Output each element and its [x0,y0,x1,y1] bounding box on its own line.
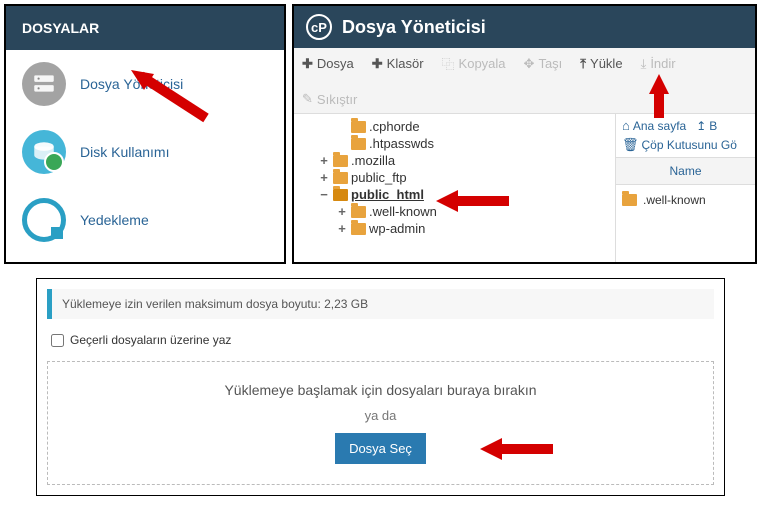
max-size-info: Yüklemeye izin verilen maksimum dosya bo… [47,289,714,319]
sidebar-item-backup[interactable]: Yedekleme [6,186,284,254]
tree-row[interactable]: +wp-admin [300,220,609,237]
dropzone[interactable]: Yüklemeye başlamak için dosyaları buraya… [47,361,714,485]
backup-icon [22,198,66,242]
tree-row[interactable]: +.mozilla [300,152,609,169]
toolbar-folder-button[interactable]: ✚Klasör [372,56,424,72]
folder-icon [351,121,366,133]
folder-icon [333,172,348,184]
upload-icon: ⤒ [580,56,586,72]
folder-icon [622,194,637,206]
tree-row-selected[interactable]: −public_html [300,186,609,203]
trash-link[interactable]: 🗑Çöp Kutusunu Gö [622,137,749,153]
dropzone-text: Yüklemeye başlamak için dosyaları buraya… [68,382,693,398]
toolbar-compress-button[interactable]: ✎ Sıkıştır [302,91,747,107]
sidebar-item-disk-usage[interactable]: Disk Kullanımı [6,118,284,186]
file-manager-icon [22,62,66,106]
tree-row[interactable]: .htpasswds [300,135,609,152]
upload-panel: Yüklemeye izin verilen maksimum dosya bo… [36,278,725,496]
file-list-row[interactable]: .well-known [616,185,755,215]
move-icon: ✥ [524,56,535,72]
b-link[interactable]: ↥B [696,118,717,133]
file-list-pane: ⌂Ana sayfa ↥B 🗑Çöp Kutusunu Gö Name .wel… [615,114,755,262]
compress-icon: ✎ [302,91,313,107]
copy-icon: ⿻ [442,54,455,73]
dropzone-or: ya da [68,408,693,423]
toolbar-download-button[interactable]: ⤓İndir [641,56,676,72]
select-file-button[interactable]: Dosya Seç [335,433,426,464]
cpanel-logo-icon: cP [306,14,332,40]
arrow-annotation [478,434,558,464]
column-header-name[interactable]: Name [616,157,755,185]
folder-icon [351,138,366,150]
disk-usage-link[interactable]: Disk Kullanımı [80,144,169,160]
files-panel: DOSYALAR Dosya Yöneticisi Disk Kullanımı… [4,4,286,264]
home-link[interactable]: ⌂Ana sayfa [622,118,686,133]
file-manager-link[interactable]: Dosya Yöneticisi [80,76,183,92]
sidebar-item-file-manager[interactable]: Dosya Yöneticisi [6,50,284,118]
file-manager-header: cP Dosya Yöneticisi [294,6,755,48]
folder-icon [351,206,366,218]
files-panel-header: DOSYALAR [6,6,284,50]
folder-open-icon [333,189,348,201]
up-icon: ↥ [696,119,706,133]
toolbar-upload-button[interactable]: ⤒Yükle [580,56,622,72]
download-icon: ⤓ [641,56,647,72]
trash-icon: 🗑 [622,137,639,153]
tree-row[interactable]: +.well-known [300,203,609,220]
backup-link[interactable]: Yedekleme [80,212,149,228]
folder-icon [333,155,348,167]
toolbar-file-button[interactable]: ✚Dosya [302,56,354,72]
file-manager-toolbar: ✚Dosya ✚Klasör ⿻Kopyala ✥Taşı ⤒Yükle ⤓İn… [294,48,755,114]
folder-tree: .cphorde .htpasswds +.mozilla +public_ft… [294,114,615,262]
overwrite-checkbox-label[interactable]: Geçerli dosyaların üzerine yaz [51,333,710,347]
toolbar-move-button[interactable]: ✥Taşı [524,56,563,72]
toolbar-copy-button[interactable]: ⿻Kopyala [442,54,506,73]
file-manager-body: .cphorde .htpasswds +.mozilla +public_ft… [294,114,755,262]
overwrite-checkbox[interactable] [51,334,64,347]
tree-row[interactable]: .cphorde [300,118,609,135]
folder-icon [351,223,366,235]
file-manager-title: Dosya Yöneticisi [342,17,486,38]
file-manager-panel: cP Dosya Yöneticisi ✚Dosya ✚Klasör ⿻Kopy… [292,4,757,264]
disk-usage-icon [22,130,66,174]
tree-row[interactable]: +public_ftp [300,169,609,186]
home-icon: ⌂ [622,118,630,133]
